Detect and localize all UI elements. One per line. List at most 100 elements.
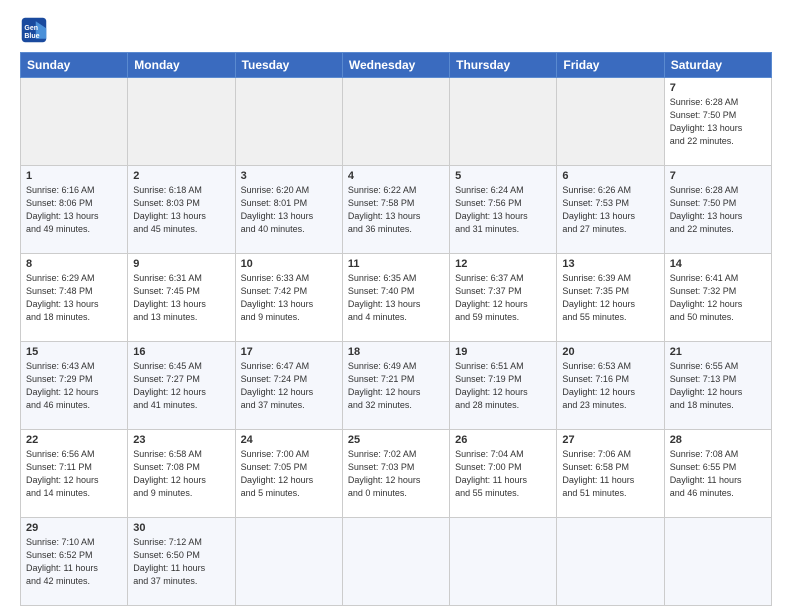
day-number: 13 <box>562 258 658 270</box>
day-info: Sunrise: 6:16 AM Sunset: 8:06 PM Dayligh… <box>26 184 122 236</box>
day-info: Sunrise: 7:10 AM Sunset: 6:52 PM Dayligh… <box>26 536 122 588</box>
calendar-day-cell: 17 Sunrise: 6:47 AM Sunset: 7:24 PM Dayli… <box>235 342 342 430</box>
calendar-day-cell: 21Sunrise: 6:55 AM Sunset: 7:13 PM Dayli… <box>664 342 771 430</box>
day-number: 12 <box>455 258 551 270</box>
svg-text:Blue: Blue <box>24 33 39 40</box>
day-info: Sunrise: 6:28 AM Sunset: 7:50 PM Dayligh… <box>670 96 766 148</box>
day-info: Sunrise: 7:00 AM Sunset: 7:05 PM Dayligh… <box>241 448 337 500</box>
calendar-day-cell: 26Sunrise: 7:04 AM Sunset: 7:00 PM Dayli… <box>450 430 557 518</box>
day-info: Sunrise: 6:29 AM Sunset: 7:48 PM Dayligh… <box>26 272 122 324</box>
calendar-day-cell: 4Sunrise: 6:22 AM Sunset: 7:58 PM Daylig… <box>342 166 449 254</box>
calendar-day-cell: 9 Sunrise: 6:31 AM Sunset: 7:45 PM Daylig… <box>128 254 235 342</box>
day-info: Sunrise: 7:08 AM Sunset: 6:55 PM Dayligh… <box>670 448 766 500</box>
day-number: 11 <box>348 258 444 270</box>
day-number: 7 <box>670 170 766 182</box>
day-info: Sunrise: 6:55 AM Sunset: 7:13 PM Dayligh… <box>670 360 766 412</box>
day-info: Sunrise: 6:28 AM Sunset: 7:50 PM Dayligh… <box>670 184 766 236</box>
svg-text:Gen: Gen <box>24 25 38 32</box>
calendar-header-cell: Tuesday <box>235 53 342 78</box>
day-number: 6 <box>562 170 658 182</box>
calendar-body: 7 Sunrise: 6:28 AM Sunset: 7:50 PM Daylig… <box>21 78 772 606</box>
calendar-week-row: 29 Sunrise: 7:10 AM Sunset: 6:52 PM Dayli… <box>21 518 772 606</box>
calendar-day-cell: 15 Sunrise: 6:43 AM Sunset: 7:29 PM Dayli… <box>21 342 128 430</box>
day-info: Sunrise: 6:43 AM Sunset: 7:29 PM Dayligh… <box>26 360 122 412</box>
calendar-day-cell: 12 Sunrise: 6:37 AM Sunset: 7:37 PM Dayli… <box>450 254 557 342</box>
calendar-week-row: 8 Sunrise: 6:29 AM Sunset: 7:48 PM Daylig… <box>21 254 772 342</box>
calendar-day-cell: 23Sunrise: 6:58 AM Sunset: 7:08 PM Dayli… <box>128 430 235 518</box>
day-number: 2 <box>133 170 229 182</box>
calendar-day-cell <box>557 78 664 166</box>
day-number: 20 <box>562 346 658 358</box>
calendar-header-cell: Wednesday <box>342 53 449 78</box>
logo: Gen Blue <box>20 16 52 44</box>
calendar-day-cell: 11 Sunrise: 6:35 AM Sunset: 7:40 PM Dayli… <box>342 254 449 342</box>
day-info: Sunrise: 7:06 AM Sunset: 6:58 PM Dayligh… <box>562 448 658 500</box>
calendar-week-row: 1 Sunrise: 6:16 AM Sunset: 8:06 PM Daylig… <box>21 166 772 254</box>
logo-icon: Gen Blue <box>20 16 48 44</box>
day-info: Sunrise: 6:35 AM Sunset: 7:40 PM Dayligh… <box>348 272 444 324</box>
day-number: 1 <box>26 170 122 182</box>
day-number: 25 <box>348 434 444 446</box>
calendar-day-cell: 1 Sunrise: 6:16 AM Sunset: 8:06 PM Daylig… <box>21 166 128 254</box>
day-number: 27 <box>562 434 658 446</box>
day-number: 8 <box>26 258 122 270</box>
calendar-header-row: SundayMondayTuesdayWednesdayThursdayFrid… <box>21 53 772 78</box>
day-info: Sunrise: 6:20 AM Sunset: 8:01 PM Dayligh… <box>241 184 337 236</box>
calendar-day-cell <box>235 518 342 606</box>
day-info: Sunrise: 6:41 AM Sunset: 7:32 PM Dayligh… <box>670 272 766 324</box>
day-info: Sunrise: 7:12 AM Sunset: 6:50 PM Dayligh… <box>133 536 229 588</box>
day-number: 9 <box>133 258 229 270</box>
calendar-day-cell: 29 Sunrise: 7:10 AM Sunset: 6:52 PM Dayli… <box>21 518 128 606</box>
calendar-week-row: 7 Sunrise: 6:28 AM Sunset: 7:50 PM Daylig… <box>21 78 772 166</box>
calendar-day-cell: 3 Sunrise: 6:20 AM Sunset: 8:01 PM Daylig… <box>235 166 342 254</box>
day-number: 16 <box>133 346 229 358</box>
day-info: Sunrise: 6:31 AM Sunset: 7:45 PM Dayligh… <box>133 272 229 324</box>
calendar-header-cell: Saturday <box>664 53 771 78</box>
day-info: Sunrise: 6:51 AM Sunset: 7:19 PM Dayligh… <box>455 360 551 412</box>
calendar-day-cell: 25 Sunrise: 7:02 AM Sunset: 7:03 PM Dayli… <box>342 430 449 518</box>
calendar-day-cell: 2 Sunrise: 6:18 AM Sunset: 8:03 PM Daylig… <box>128 166 235 254</box>
day-number: 14 <box>670 258 766 270</box>
day-info: Sunrise: 6:26 AM Sunset: 7:53 PM Dayligh… <box>562 184 658 236</box>
day-number: 3 <box>241 170 337 182</box>
header: Gen Blue <box>20 16 772 44</box>
day-number: 15 <box>26 346 122 358</box>
day-number: 23 <box>133 434 229 446</box>
day-info: Sunrise: 6:47 AM Sunset: 7:24 PM Dayligh… <box>241 360 337 412</box>
calendar-header-cell: Thursday <box>450 53 557 78</box>
day-number: 7 <box>670 82 766 94</box>
day-number: 29 <box>26 522 122 534</box>
day-number: 28 <box>670 434 766 446</box>
calendar-header-cell: Monday <box>128 53 235 78</box>
calendar-week-row: 15 Sunrise: 6:43 AM Sunset: 7:29 PM Dayli… <box>21 342 772 430</box>
calendar-day-cell: 16Sunrise: 6:45 AM Sunset: 7:27 PM Dayli… <box>128 342 235 430</box>
calendar-day-cell: 27 Sunrise: 7:06 AM Sunset: 6:58 PM Dayli… <box>557 430 664 518</box>
day-info: Sunrise: 6:39 AM Sunset: 7:35 PM Dayligh… <box>562 272 658 324</box>
day-info: Sunrise: 6:18 AM Sunset: 8:03 PM Dayligh… <box>133 184 229 236</box>
day-number: 17 <box>241 346 337 358</box>
calendar-day-cell: 6 Sunrise: 6:26 AM Sunset: 7:53 PM Daylig… <box>557 166 664 254</box>
day-info: Sunrise: 6:33 AM Sunset: 7:42 PM Dayligh… <box>241 272 337 324</box>
calendar-day-cell <box>235 78 342 166</box>
calendar-day-cell: 22Sunrise: 6:56 AM Sunset: 7:11 PM Dayli… <box>21 430 128 518</box>
calendar-day-cell <box>342 78 449 166</box>
calendar-table: SundayMondayTuesdayWednesdayThursdayFrid… <box>20 52 772 606</box>
calendar-day-cell <box>128 78 235 166</box>
calendar-day-cell: 28 Sunrise: 7:08 AM Sunset: 6:55 PM Dayli… <box>664 430 771 518</box>
day-info: Sunrise: 6:24 AM Sunset: 7:56 PM Dayligh… <box>455 184 551 236</box>
calendar-day-cell: 30 Sunrise: 7:12 AM Sunset: 6:50 PM Dayli… <box>128 518 235 606</box>
day-info: Sunrise: 7:04 AM Sunset: 7:00 PM Dayligh… <box>455 448 551 500</box>
calendar-week-row: 22Sunrise: 6:56 AM Sunset: 7:11 PM Dayli… <box>21 430 772 518</box>
calendar-day-cell <box>557 518 664 606</box>
day-number: 18 <box>348 346 444 358</box>
calendar-day-cell: 19Sunrise: 6:51 AM Sunset: 7:19 PM Dayli… <box>450 342 557 430</box>
day-info: Sunrise: 7:02 AM Sunset: 7:03 PM Dayligh… <box>348 448 444 500</box>
day-info: Sunrise: 6:37 AM Sunset: 7:37 PM Dayligh… <box>455 272 551 324</box>
calendar-day-cell: 10Sunrise: 6:33 AM Sunset: 7:42 PM Dayli… <box>235 254 342 342</box>
page: Gen Blue SundayMondayTuesdayWednesdayThu… <box>0 0 792 612</box>
calendar-day-cell <box>450 518 557 606</box>
day-number: 30 <box>133 522 229 534</box>
calendar-day-cell: 13 Sunrise: 6:39 AM Sunset: 7:35 PM Dayli… <box>557 254 664 342</box>
calendar-day-cell: 18Sunrise: 6:49 AM Sunset: 7:21 PM Dayli… <box>342 342 449 430</box>
day-number: 4 <box>348 170 444 182</box>
